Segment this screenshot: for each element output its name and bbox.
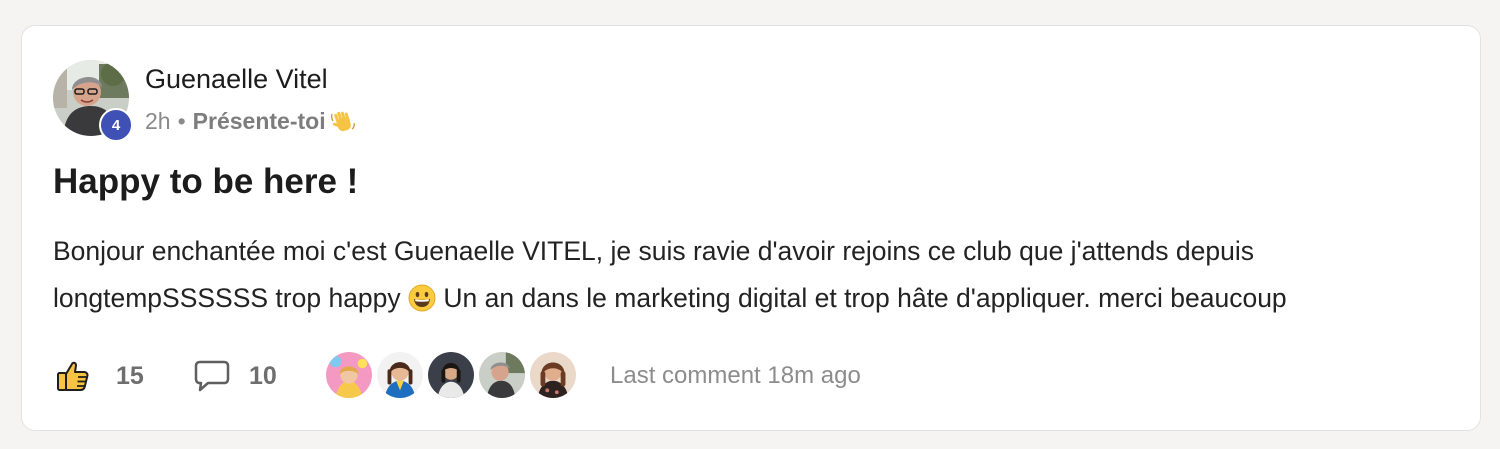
post-body-text-after-emoji: Un an dans le marketing digital et trop … bbox=[436, 283, 1287, 313]
post-body-line-1: Bonjour enchantée moi c'est Guenaelle VI… bbox=[53, 236, 1255, 266]
post-body-line-2: longtempSSSSSS trop happy Un an dans le … bbox=[53, 275, 1453, 322]
thumbs-up-icon bbox=[57, 361, 89, 391]
commenter-avatar-2[interactable] bbox=[376, 351, 424, 399]
commenter-avatar-4[interactable] bbox=[478, 351, 526, 399]
comment-count: 10 bbox=[249, 362, 277, 390]
post-body-text-before-emoji: longtempSSSSSS trop happy bbox=[53, 283, 409, 313]
post-footer: 15 10 Last comment 18m ago bbox=[53, 351, 1453, 401]
post-time[interactable]: 2h bbox=[145, 108, 171, 135]
last-comment-timestamp[interactable]: Last comment 18m ago bbox=[610, 362, 861, 390]
like-button[interactable] bbox=[53, 356, 93, 396]
commenter-avatar-3[interactable] bbox=[427, 351, 475, 399]
commenter-avatars[interactable] bbox=[325, 351, 580, 401]
commenter-avatar-1[interactable] bbox=[325, 351, 373, 399]
grinning-face-icon bbox=[408, 284, 436, 312]
space-link[interactable]: Présente-toi bbox=[193, 108, 326, 135]
post-card: 4 Guenaelle Vitel 2h • Présente-toi Happ… bbox=[21, 25, 1481, 431]
comment-button[interactable] bbox=[192, 356, 232, 396]
post-title[interactable]: Happy to be here ! bbox=[53, 162, 358, 202]
comment-bubble-icon bbox=[194, 360, 230, 392]
level-badge: 4 bbox=[99, 108, 133, 142]
post-meta: 2h • Présente-toi bbox=[145, 108, 356, 135]
commenter-avatar-5[interactable] bbox=[529, 351, 577, 399]
meta-separator: • bbox=[177, 108, 186, 134]
like-count: 15 bbox=[116, 362, 144, 390]
author-name[interactable]: Guenaelle Vitel bbox=[145, 64, 328, 95]
post-body: Bonjour enchantée moi c'est Guenaelle VI… bbox=[53, 228, 1453, 322]
waving-hand-icon bbox=[330, 111, 355, 131]
author-avatar-container[interactable]: 4 bbox=[53, 60, 133, 142]
